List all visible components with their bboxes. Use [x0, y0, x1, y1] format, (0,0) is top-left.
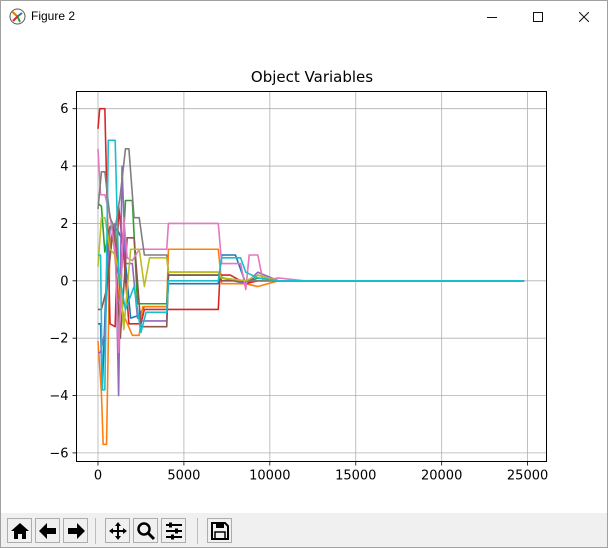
x-tick-label: 25000	[507, 469, 548, 484]
y-tick-label: 0	[60, 274, 68, 289]
toolbar-separator	[197, 518, 198, 544]
minimize-icon	[487, 16, 497, 18]
zoom-button[interactable]	[133, 518, 158, 543]
x-tick-label: 10000	[249, 469, 290, 484]
x-tick-label: 5000	[167, 469, 200, 484]
matplotlib-icon	[9, 8, 26, 25]
toolbar-separator	[95, 518, 96, 544]
save-button[interactable]	[207, 518, 232, 543]
series-layer	[97, 107, 525, 446]
configure-subplots-button[interactable]	[161, 518, 186, 543]
maximize-icon	[533, 11, 543, 22]
window-title: Figure 2	[31, 9, 76, 23]
series-line-10	[97, 139, 525, 391]
maximize-button[interactable]	[515, 1, 561, 32]
y-tick-label: 4	[60, 160, 68, 175]
pan-button[interactable]	[105, 518, 130, 543]
grid	[76, 91, 547, 462]
close-button[interactable]	[561, 1, 607, 32]
pan-icon	[108, 521, 127, 540]
back-icon	[38, 522, 56, 539]
home-button[interactable]	[7, 518, 32, 543]
y-tick-label: −6	[49, 446, 68, 461]
zoom-icon	[136, 521, 155, 540]
forward-button[interactable]	[63, 518, 88, 543]
close-icon	[579, 11, 589, 22]
home-icon	[10, 522, 29, 539]
y-tick-label: −2	[49, 332, 68, 347]
forward-icon	[67, 522, 85, 539]
minimize-button[interactable]	[469, 1, 515, 32]
save-icon	[210, 521, 229, 540]
line-chart[interactable]: Object Variables 0 5000 10000 15000 20000 250…	[1, 32, 607, 513]
plot-frame	[76, 91, 547, 462]
configure-subplots-icon	[165, 522, 182, 539]
series-line-2	[97, 236, 525, 446]
figure-canvas[interactable]: Object Variables 0 5000 10000 15000 20000 250…	[1, 32, 607, 513]
navigation-toolbar	[1, 513, 607, 547]
y-tick-label: 2	[60, 217, 68, 232]
series-line-1	[97, 225, 525, 391]
series-line-3	[97, 199, 525, 305]
x-tick-label: 15000	[335, 469, 376, 484]
series-line-8	[97, 148, 525, 282]
y-tick-label: 6	[60, 102, 68, 117]
x-tick-label: 20000	[421, 469, 462, 484]
back-button[interactable]	[35, 518, 60, 543]
series-line-4	[97, 107, 525, 328]
title-bar[interactable]: Figure 2	[1, 1, 607, 32]
x-tick-label: 0	[94, 469, 102, 484]
series-line-7	[97, 148, 525, 354]
y-tick-label: −4	[49, 389, 68, 404]
figure-window: Figure 2 Object Variables 0 5000 10000 1500…	[0, 0, 608, 548]
chart-title: Object Variables	[251, 68, 373, 86]
